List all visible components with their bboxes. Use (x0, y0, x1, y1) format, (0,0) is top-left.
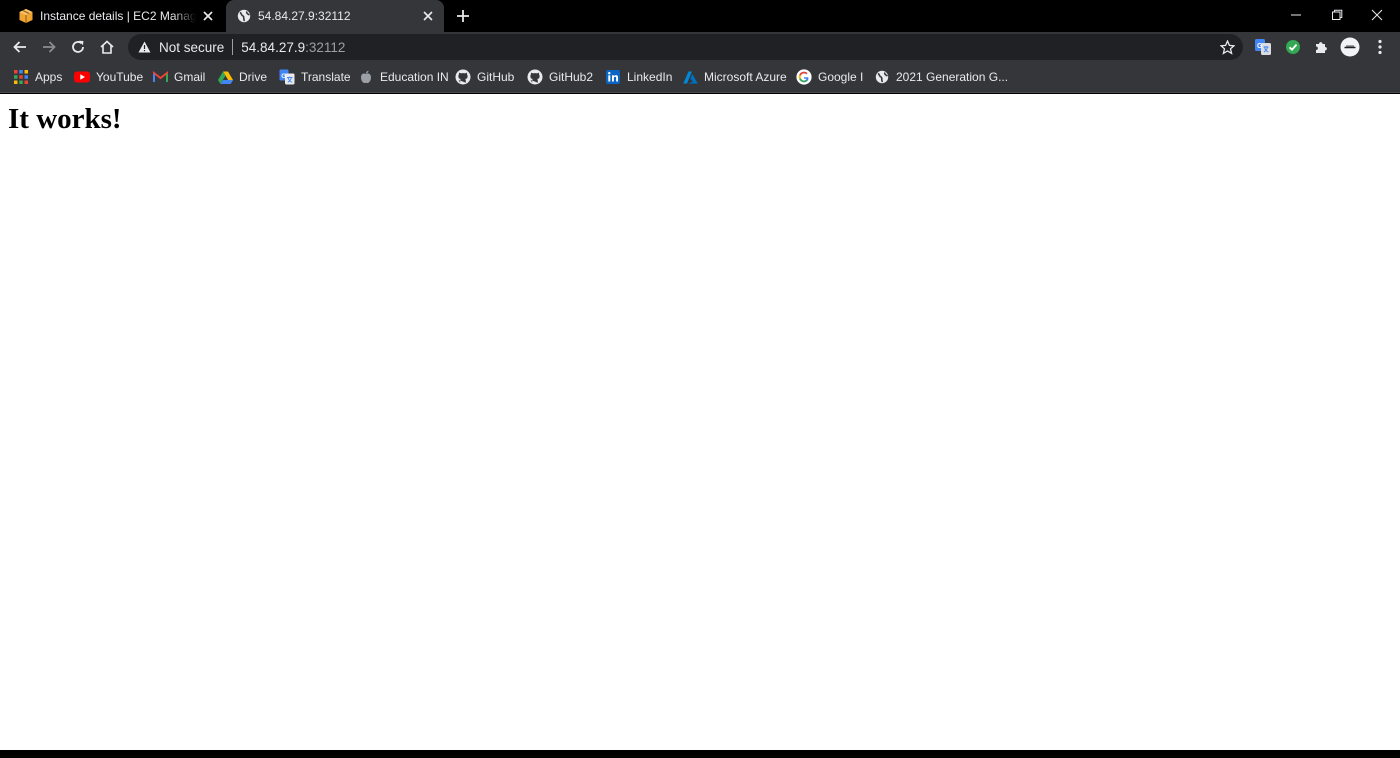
bookmark-label: GitHub (477, 70, 515, 84)
bookmark-github2[interactable]: GitHub2 (527, 68, 593, 86)
bookmark-label: YouTube (96, 70, 144, 84)
youtube-icon (74, 69, 90, 85)
linkedin-icon (605, 69, 621, 85)
forward-button[interactable] (37, 35, 61, 59)
bookmark-label: Microsoft Azure (704, 70, 787, 84)
apps-grid-icon (13, 69, 29, 85)
minimize-icon (1291, 14, 1301, 16)
aws-box-icon (18, 8, 34, 24)
toolbar: Not secure 54.84.27.9:32112 G (0, 32, 1400, 62)
bookmark-label: Education IN (380, 70, 449, 84)
url-port: :32112 (305, 39, 346, 55)
globe-icon (874, 69, 890, 85)
bookmark-apps[interactable]: Apps (13, 68, 62, 86)
bookmark-gmail[interactable]: Gmail (152, 68, 205, 86)
bookmark-microsoft-azure[interactable]: Microsoft Azure (682, 68, 787, 86)
restore-icon (1332, 9, 1343, 20)
close-icon[interactable] (420, 8, 436, 24)
bookmark-google[interactable]: Google I (796, 68, 863, 86)
omnibox-divider (232, 39, 234, 55)
check-extension-icon[interactable] (1283, 37, 1303, 57)
reload-button[interactable] (66, 35, 90, 59)
menu-kebab-icon[interactable] (1370, 37, 1390, 57)
bookmark-education-in[interactable]: Education IN (358, 68, 449, 86)
plus-icon (457, 10, 469, 22)
github-icon (455, 69, 471, 85)
bookmark-linkedin[interactable]: LinkedIn (605, 68, 672, 86)
minimize-button[interactable] (1273, 0, 1319, 30)
close-icon (1371, 9, 1383, 21)
reload-icon (72, 40, 84, 53)
new-tab-button[interactable] (452, 5, 474, 27)
bookmark-translate[interactable]: G Translate (279, 68, 351, 86)
page-viewport: It works! (0, 94, 1400, 750)
bookmark-label: Apps (35, 70, 63, 84)
tab-title: Instance details | EC2 Management Consol… (40, 9, 196, 23)
warning-triangle-icon[interactable] (137, 40, 151, 54)
drive-icon (217, 69, 233, 85)
tab-title: 54.84.27.9:32112 (258, 9, 351, 23)
puzzle-extensions-icon[interactable] (1311, 37, 1331, 57)
address-bar[interactable]: Not secure 54.84.27.9:32112 (128, 34, 1243, 60)
home-icon (100, 40, 114, 54)
url-host: 54.84.27.9 (241, 39, 306, 55)
profile-avatar[interactable] (1340, 37, 1360, 57)
bookmark-label: Google I (818, 70, 864, 84)
forward-arrow-icon (43, 41, 56, 53)
window-bottom-edge (0, 750, 1400, 758)
bookmark-github[interactable]: GitHub (455, 68, 514, 86)
google-translate-extension-icon[interactable]: G (1253, 37, 1273, 57)
bookmark-youtube[interactable]: YouTube (74, 68, 143, 86)
back-arrow-icon (13, 41, 26, 53)
bookmark-label: GitHub2 (549, 70, 594, 84)
back-button[interactable] (8, 35, 32, 59)
azure-icon (682, 69, 698, 85)
tab-ec2-console[interactable]: Instance details | EC2 Management Consol… (8, 0, 224, 32)
close-icon[interactable] (200, 8, 216, 24)
bookmark-label: Drive (239, 70, 268, 84)
google-icon (796, 69, 812, 85)
translate-icon: G (279, 69, 295, 85)
bookmarks-bar: Apps YouTube Gmail Drive G Translate Edu… (0, 62, 1400, 93)
svg-text:G: G (281, 73, 286, 80)
bookmark-label: Gmail (174, 70, 206, 84)
bookmark-drive[interactable]: Drive (217, 68, 267, 86)
close-window-button[interactable] (1354, 0, 1400, 30)
security-label[interactable]: Not secure (159, 40, 224, 55)
apple-icon (358, 69, 374, 85)
gmail-icon (152, 69, 168, 85)
bookmark-label: Translate (301, 70, 351, 84)
tab-active-page[interactable]: 54.84.27.9:32112 (226, 0, 444, 32)
github-icon (527, 69, 543, 85)
bookmark-star-icon[interactable] (1219, 39, 1235, 55)
bookmark-label: LinkedIn (627, 70, 673, 84)
svg-text:G: G (1257, 43, 1263, 50)
tab-strip: Instance details | EC2 Management Consol… (0, 0, 1400, 32)
globe-icon (236, 8, 252, 24)
home-button[interactable] (95, 35, 119, 59)
bookmark-2021-generation[interactable]: 2021 Generation G... (874, 68, 1008, 86)
bookmark-label: 2021 Generation G... (896, 70, 1009, 84)
page-heading: It works! (8, 103, 122, 135)
